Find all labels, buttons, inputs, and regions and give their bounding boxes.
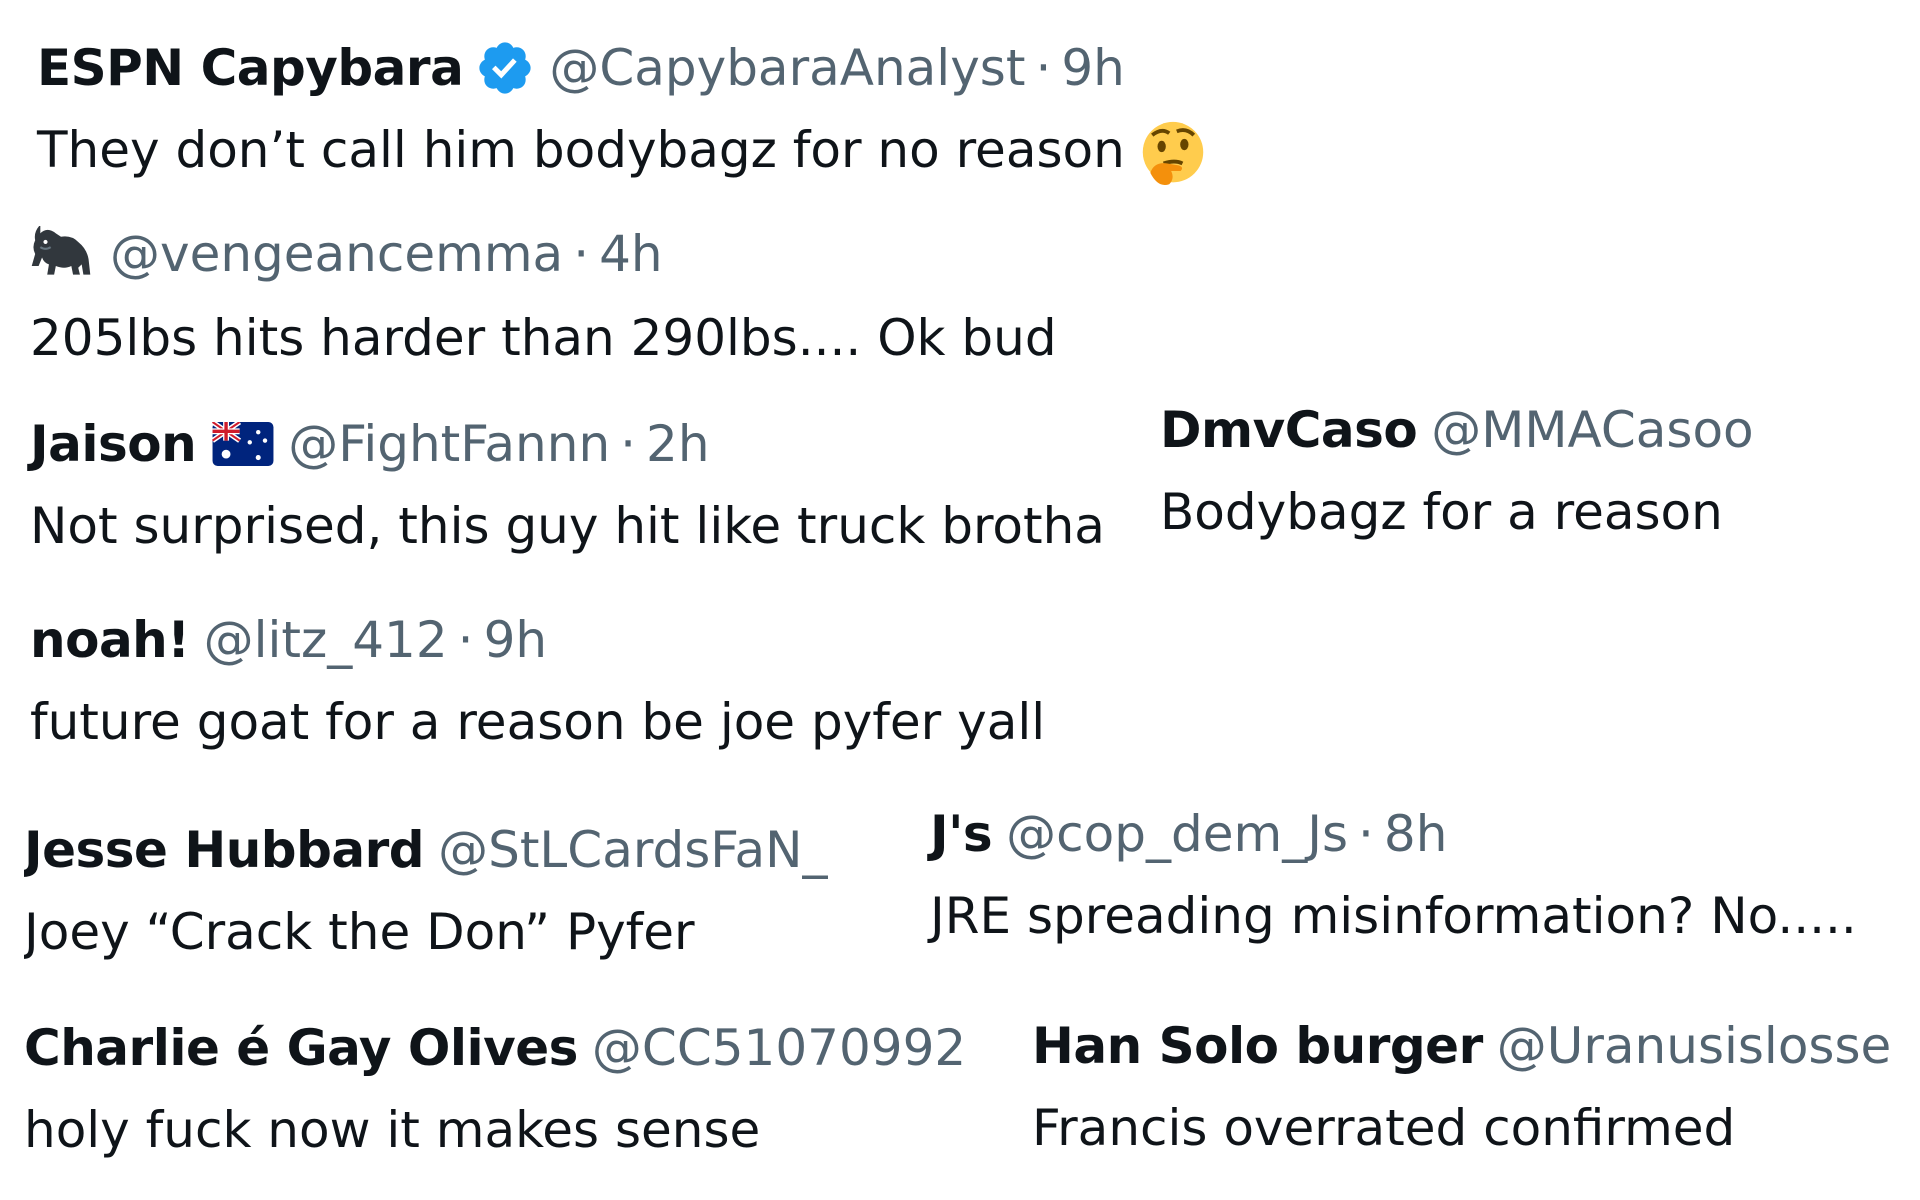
tweet-text-content: They don’t call him bodybagz for no reas…: [37, 121, 1125, 179]
tweet-header: Jesse Hubbard @StLCardsFaN_: [24, 818, 924, 882]
gorilla-icon: [30, 226, 92, 282]
separator-dot: ·: [1035, 39, 1052, 97]
tweet-text: Francis overrated confirmed: [1032, 1099, 1736, 1157]
tweet-dmvcaso: DmvCaso @MMACasoo Bodybagz for a reason: [1160, 398, 1920, 544]
tweet-charlie: Charlie é Gay Olives @CC51070992 holy fu…: [24, 1016, 966, 1162]
tweet-text: holy fuck now it makes sense: [24, 1101, 761, 1159]
thinking-face-icon: [1139, 120, 1207, 188]
user-handle[interactable]: @cop_dem_Js: [1006, 802, 1348, 866]
tweet-espn-capybara: ESPN Capybara @CapybaraAnalyst · 9h They…: [37, 36, 1207, 188]
tweet-vengeancemma: @vengeancemma · 4h 205lbs hits harder th…: [30, 222, 1057, 370]
separator-dot: ·: [573, 225, 590, 283]
display-name[interactable]: ESPN Capybara: [37, 36, 464, 100]
tweet-text: JRE spreading misinformation? No.....: [930, 887, 1857, 945]
user-handle[interactable]: @vengeancemma: [110, 222, 563, 286]
tweet-header: ESPN Capybara @CapybaraAnalyst · 9h: [37, 36, 1207, 100]
timestamp[interactable]: 8h: [1384, 802, 1448, 866]
user-handle[interactable]: @Uranusislosse: [1497, 1014, 1892, 1078]
tweet-jaison: Jaison @FightFannn · 2h Not surprised, t…: [30, 412, 1105, 558]
tweet-header: Han Solo burger @Uranusislosse: [1032, 1014, 1920, 1078]
timestamp[interactable]: 4h: [599, 222, 663, 286]
tweet-jesse-hubbard: Jesse Hubbard @StLCardsFaN_ Joey “Crack …: [24, 818, 924, 964]
display-name[interactable]: DmvCaso: [1160, 398, 1418, 462]
tweet-text: Joey “Crack the Don” Pyfer: [24, 903, 695, 961]
display-name[interactable]: Jesse Hubbard: [24, 818, 425, 882]
tweet-text: Bodybagz for a reason: [1160, 483, 1723, 541]
australia-flag-icon: [212, 422, 274, 466]
tweet-header: noah! @litz_412 · 9h: [30, 608, 1045, 672]
tweet-header: Charlie é Gay Olives @CC51070992: [24, 1016, 966, 1080]
tweet-header: J's @cop_dem_Js · 8h: [930, 802, 1857, 866]
tweet-text: future goat for a reason be joe pyfer ya…: [30, 693, 1046, 751]
display-name[interactable]: Han Solo burger: [1032, 1014, 1483, 1078]
separator-dot: ·: [457, 611, 474, 669]
display-name[interactable]: Jaison: [30, 412, 197, 476]
verified-badge-icon: [475, 38, 535, 98]
timestamp[interactable]: 9h: [484, 608, 548, 672]
tweet-noah: noah! @litz_412 · 9h future goat for a r…: [30, 608, 1045, 754]
display-name[interactable]: J's: [930, 802, 993, 866]
tweet-header: DmvCaso @MMACasoo: [1160, 398, 1920, 462]
separator-dot: ·: [620, 415, 637, 473]
user-handle[interactable]: @litz_412: [204, 608, 448, 672]
tweet-text: They don’t call him bodybagz for no reas…: [37, 118, 1207, 188]
timestamp[interactable]: 9h: [1061, 36, 1125, 100]
tweet-text: 205lbs hits harder than 290lbs.... Ok bu…: [30, 309, 1057, 367]
user-handle[interactable]: @StLCardsFaN_: [438, 818, 827, 882]
tweet-text: Not surprised, this guy hit like truck b…: [30, 497, 1105, 555]
display-name[interactable]: noah!: [30, 608, 190, 672]
user-handle[interactable]: @CapybaraAnalyst: [549, 36, 1025, 100]
timestamp[interactable]: 2h: [646, 412, 710, 476]
tweet-header: @vengeancemma · 4h: [30, 222, 1057, 286]
display-name[interactable]: Charlie é Gay Olives: [24, 1016, 578, 1080]
user-handle[interactable]: @CC51070992: [592, 1016, 966, 1080]
tweet-header: Jaison @FightFannn · 2h: [30, 412, 1105, 476]
separator-dot: ·: [1358, 805, 1374, 863]
user-handle[interactable]: @MMACasoo: [1431, 398, 1753, 462]
tweet-han-solo-burger: Han Solo burger @Uranusislosse Francis o…: [1032, 1014, 1920, 1160]
user-handle[interactable]: @FightFannn: [288, 412, 610, 476]
tweet-js: J's @cop_dem_Js · 8h JRE spreading misin…: [930, 802, 1857, 948]
